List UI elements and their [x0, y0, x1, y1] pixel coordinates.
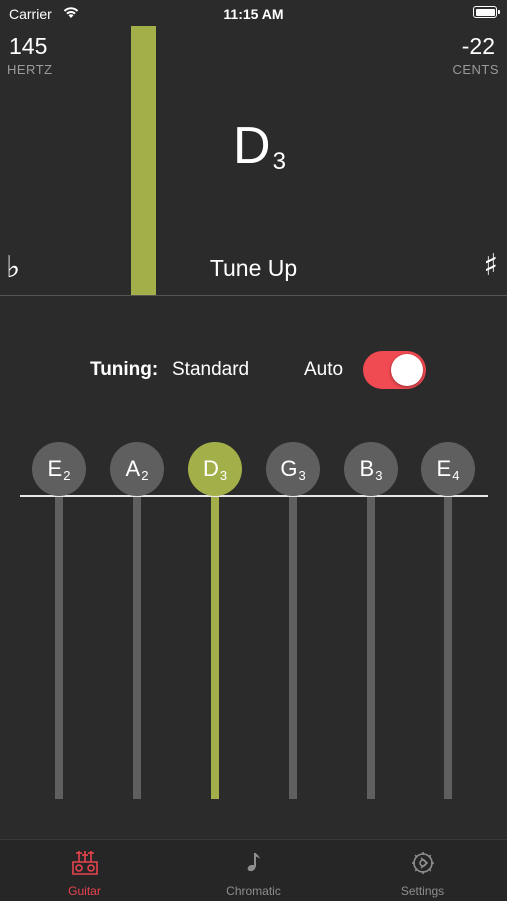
toggle-knob	[391, 354, 423, 386]
string-line	[367, 496, 375, 799]
hertz-label: HERTZ	[7, 62, 53, 77]
music-note-icon	[244, 850, 264, 881]
string-button-d3[interactable]: D3	[188, 442, 242, 496]
detected-note: D3	[233, 117, 286, 175]
tab-label: Chromatic	[226, 884, 281, 898]
string-note: B	[359, 456, 375, 481]
tab-label: Guitar	[68, 884, 101, 898]
note-octave: 3	[272, 148, 286, 175]
cents-value: -22	[461, 33, 495, 59]
battery-icon	[473, 6, 500, 18]
string-button-e2[interactable]: E2	[32, 442, 86, 496]
string-note: G	[280, 456, 298, 481]
tab-label: Settings	[400, 884, 445, 898]
string-line	[133, 496, 141, 799]
string-octave: 4	[452, 467, 460, 483]
string-line	[289, 496, 297, 799]
nut-line	[20, 495, 488, 497]
string-octave: 3	[298, 467, 306, 483]
string-button-a2[interactable]: A2	[110, 442, 164, 496]
tab-settings[interactable]: Settings	[338, 840, 507, 901]
string-note: D	[202, 456, 219, 481]
string-line	[211, 496, 219, 799]
cents-label: CENTS	[452, 62, 499, 77]
divider	[0, 295, 507, 296]
string-button-b3[interactable]: B3	[344, 442, 398, 496]
string-octave: 3	[219, 467, 228, 483]
string-note: A	[125, 456, 141, 481]
tuning-selector[interactable]: Standard	[172, 359, 249, 381]
string-button-e4[interactable]: E4	[421, 442, 475, 496]
string-line	[444, 496, 452, 799]
clock: 11:15 AM	[223, 6, 284, 22]
tuning-label: Tuning:	[90, 359, 159, 380]
auto-toggle[interactable]	[363, 351, 426, 389]
guitar-headstock-icon	[70, 850, 100, 881]
tab-bar: Guitar Chromatic Settings	[0, 839, 507, 901]
gear-icon	[410, 850, 436, 881]
tune-status: Tune Up	[209, 255, 298, 281]
string-note: E	[436, 456, 452, 481]
hertz-value: 145	[9, 33, 48, 59]
string-octave: 2	[63, 467, 71, 483]
string-button-g3[interactable]: G3	[266, 442, 320, 496]
string-octave: 3	[375, 467, 383, 483]
note-letter: D	[233, 117, 271, 175]
string-line	[55, 496, 63, 799]
string-note: E	[47, 456, 63, 481]
tab-guitar[interactable]: Guitar	[0, 840, 169, 901]
tab-chromatic[interactable]: Chromatic	[169, 840, 338, 901]
string-octave: 2	[141, 467, 149, 483]
status-bar: Carrier 11:15 AM	[0, 0, 507, 28]
auto-label: Auto	[304, 359, 344, 380]
